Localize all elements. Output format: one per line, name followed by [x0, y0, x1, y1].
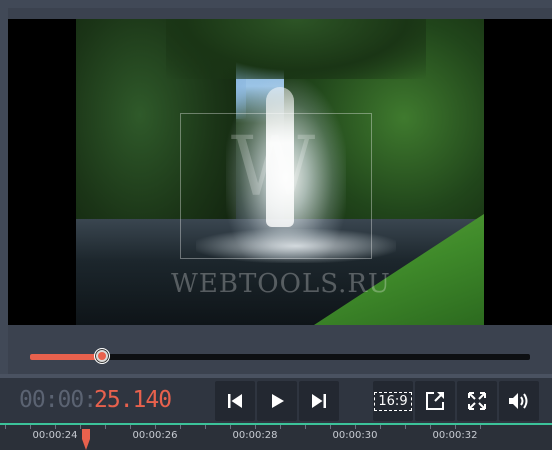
skip-forward-icon: [312, 394, 326, 408]
fullscreen-icon: [468, 392, 486, 410]
timeline-tick: [80, 425, 81, 429]
timeline-tick: [405, 425, 406, 429]
timeline-tick-label: 00:00:30: [332, 430, 378, 441]
timeline-tick: [105, 425, 106, 429]
open-external-icon: [426, 392, 444, 410]
progress-handle[interactable]: [93, 348, 110, 364]
aspect-ratio-button[interactable]: 16:9: [373, 381, 413, 421]
timeline-tick: [455, 425, 456, 429]
playhead-marker[interactable]: [82, 429, 90, 450]
timeline-tick: [55, 425, 56, 429]
play-icon: [272, 394, 284, 408]
timeline-tick: [280, 425, 281, 429]
play-button[interactable]: [257, 381, 297, 421]
timeline-accent-line: [0, 423, 552, 425]
timeline-tick: [255, 425, 256, 429]
top-strip: [0, 0, 552, 8]
timeline-tick: [130, 425, 131, 429]
timeline-tick: [330, 425, 331, 429]
skip-back-icon: [228, 394, 242, 408]
timeline-tick: [155, 425, 156, 429]
progress-fill: [30, 354, 102, 360]
timecode-dim: 00:00:: [19, 387, 97, 413]
timeline-tick: [5, 425, 6, 429]
timeline-tick: [480, 425, 481, 429]
timeline-tick-label: 00:00:24: [32, 430, 78, 441]
watermark-text: WEBTOOLS.RU: [171, 269, 391, 299]
timeline-tick: [380, 425, 381, 429]
timeline-tick: [355, 425, 356, 429]
timeline-tick: [30, 425, 31, 429]
timeline-tick: [180, 425, 181, 429]
volume-button[interactable]: [499, 381, 539, 421]
seek-area: [8, 325, 552, 374]
timeline-tick-label: 00:00:26: [132, 430, 178, 441]
aspect-ratio-label: 16:9: [374, 391, 412, 411]
fullscreen-button[interactable]: [457, 381, 497, 421]
left-strip: [0, 8, 8, 374]
timeline-tick: [305, 425, 306, 429]
timecode-current: 25.140: [94, 387, 172, 413]
watermark-letter: W: [230, 120, 316, 215]
export-button[interactable]: [415, 381, 455, 421]
previous-button[interactable]: [215, 381, 255, 421]
timeline-tick: [205, 425, 206, 429]
next-button[interactable]: [299, 381, 339, 421]
timeline-tick-label: 00:00:32: [432, 430, 478, 441]
timeline-tick-label: 00:00:28: [232, 430, 278, 441]
timeline-tick: [430, 425, 431, 429]
volume-icon: [509, 393, 528, 409]
timeline-tick: [230, 425, 231, 429]
trees-top: [166, 19, 426, 79]
video-preview[interactable]: W WEBTOOLS.RU: [8, 19, 552, 325]
